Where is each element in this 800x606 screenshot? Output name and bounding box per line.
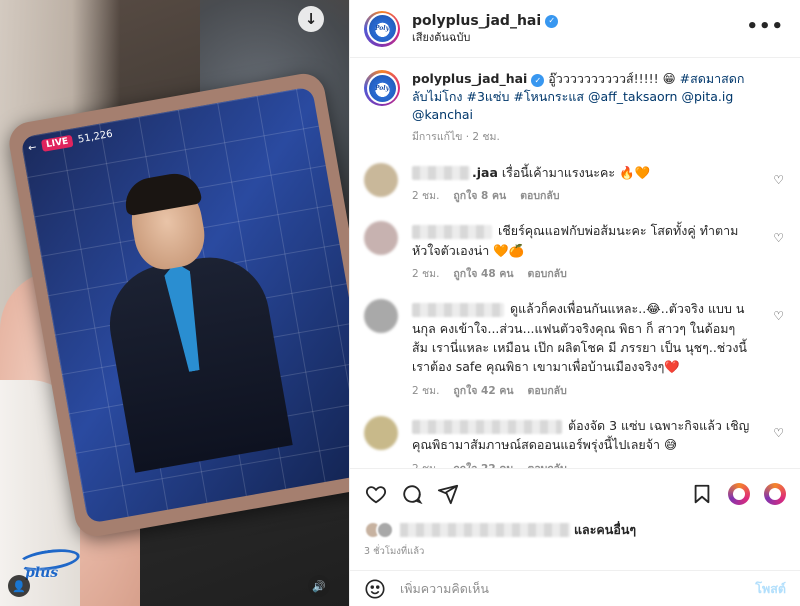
audio-label[interactable]: เสียงต้นฉบับ [412,31,558,46]
comment-box: โพสต์ [350,570,800,606]
caption-username[interactable]: polyplus_jad_hai [412,71,527,86]
save-button[interactable] [690,482,714,506]
avatar[interactable] [364,416,398,451]
comment-like-heart-icon[interactable]: ♡ [773,309,784,323]
comment-likes[interactable]: ถูกใจ 8 คน [453,188,506,204]
comment-like-heart-icon[interactable]: ♡ [773,231,784,245]
caption: Poly polyplus_jad_hai ✓ อู๊ววววววววววส์!… [364,70,786,146]
comment-item: .jaa เรื่อนี้เค้ามาแรงนะคะ 🔥🧡 2 ชม. ถูกใ… [364,162,786,205]
avatar [376,521,394,539]
emoji-icon [365,578,385,599]
share-button[interactable] [436,482,460,506]
header-username[interactable]: polyplus_jad_hai ✓ [412,12,559,31]
post-media[interactable]: ← LIVE 51,226 ↓ plus 👤 🔊 [0,0,349,606]
comment-time: 2 ชม. [412,267,440,280]
comment-item: ดูแล้วก็คงเพื่อนกันแหละ..😂..ตัวจริง แบบ … [364,299,786,399]
caption-meta: มีการแก้ไข · 2 ชม. [412,131,500,144]
caption-text: อู๊ววววววววววส์!!!!! 😁 [548,71,676,86]
comment-username-blurred[interactable] [412,224,492,239]
post-header: Poly polyplus_jad_hai ✓ เสียงต้นฉบับ ••• [350,0,800,58]
comment-like-heart-icon[interactable]: ♡ [773,173,784,187]
comment-username-blurred[interactable] [412,166,470,181]
heart-icon [365,485,387,503]
comment-item: ต้องจัด 3 แซ่บ เฉพาะกิจแล้ว เชิญคุณพิธาม… [364,416,786,468]
comment-username-blurred[interactable] [412,302,504,317]
polyplus-logo-icon: Poly [368,15,396,42]
comment-time: 2 ชม. [412,189,440,202]
liker-avatars [364,521,394,539]
avatar[interactable] [364,221,398,256]
likes-summary[interactable]: และคนอื่นๆ [364,520,786,540]
reply-button[interactable]: ตอบกลับ [528,383,567,399]
comment-icon [403,484,423,504]
phone-screen: ← LIVE 51,226 [20,86,349,524]
avatar[interactable]: Poly [364,70,400,106]
comment-like-heart-icon[interactable]: ♡ [773,426,784,440]
verified-badge-icon: ✓ [545,14,559,28]
reply-button[interactable]: ตอบกลับ [520,188,559,204]
comment-username-suffix[interactable]: .jaa [472,165,498,180]
avatar[interactable]: Poly [364,10,400,47]
post-time: 3 ชั่วโมงที่แล้ว [364,546,425,557]
back-arrow-icon: ← [27,141,38,154]
action-bar [350,468,800,518]
sound-icon[interactable]: 🔊 [308,575,330,597]
comment-likes[interactable]: ถูกใจ 42 คน [453,383,513,399]
story-icon[interactable] [728,482,750,505]
comment-input[interactable] [400,581,756,596]
send-icon [437,484,459,504]
reel-icon[interactable] [764,482,786,505]
comment-text: เรื่อนี้เค้ามาแรงนะคะ 🔥🧡 [501,164,651,180]
likes-suffix[interactable]: และคนอื่นๆ [574,520,636,540]
comments-list[interactable]: Poly polyplus_jad_hai ✓ อู๊ววววววววววส์!… [350,58,800,468]
comment-likes[interactable]: ถูกใจ 22 คน [453,461,513,468]
comment-time: 2 ชม. [412,384,440,397]
comment-likes[interactable]: ถูกใจ 48 คน [453,266,513,282]
polyplus-logo-icon: Poly [368,74,396,102]
user-tag-icon[interactable]: 👤 [8,575,30,597]
emoji-button[interactable] [364,578,386,600]
likes-usernames-blurred [400,523,570,537]
reply-button[interactable]: ตอบกลับ [528,266,567,282]
download-icon[interactable]: ↓ [298,6,324,32]
avatar[interactable] [364,162,398,197]
comment-time: 2 ชม. [412,461,439,468]
reply-button[interactable]: ตอบกลับ [528,461,567,468]
username-label[interactable]: polyplus_jad_hai [412,12,541,31]
watermark-text: plus [25,565,59,581]
verified-badge-icon: ✓ [531,74,545,88]
comment-button[interactable] [400,482,424,506]
like-button[interactable] [364,482,388,506]
more-options-icon[interactable]: ••• [746,18,784,36]
post-panel: Poly polyplus_jad_hai ✓ เสียงต้นฉบับ •••… [349,0,800,606]
avatar[interactable] [364,299,398,334]
comment-item: เชียร์คุณแอฟกับพ่อส้มนะคะ โสดทั้งคู่ ทำต… [364,221,786,282]
comment-username-blurred[interactable] [412,419,562,434]
bookmark-icon [694,484,710,503]
post-button[interactable]: โพสต์ [755,579,786,599]
